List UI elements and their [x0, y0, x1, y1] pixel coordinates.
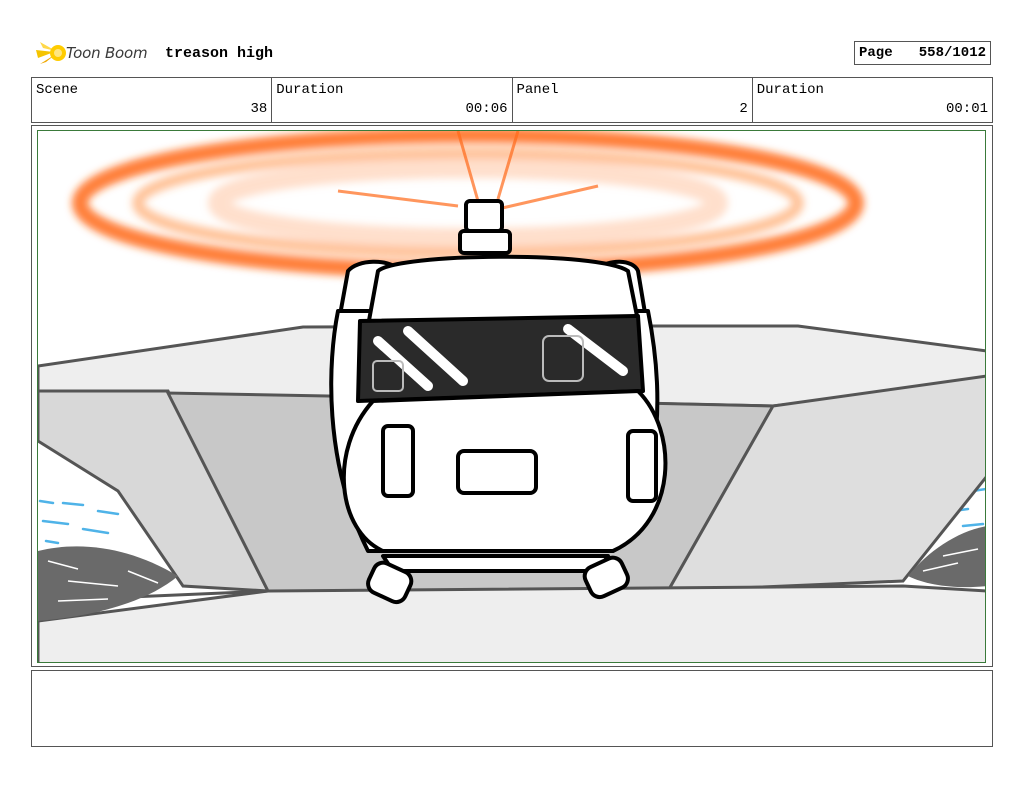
panel-duration-label: Duration — [756, 82, 824, 98]
page-indicator: Page 558/1012 — [854, 41, 991, 65]
page-number: 558/1012 — [918, 45, 986, 61]
helicopter-sketch — [38, 131, 985, 662]
project-title: treason high — [165, 45, 274, 62]
scene-cell: Scene 38 — [32, 78, 273, 122]
scene-duration-label: Duration — [276, 82, 344, 98]
panel-notes-box[interactable] — [31, 670, 993, 747]
panel-duration-value: 00:01 — [945, 101, 988, 117]
page-label: Page — [859, 45, 893, 61]
panel-label: Panel — [516, 82, 559, 98]
panel-value: 2 — [739, 101, 748, 117]
panel-cell: Panel 2 — [513, 78, 753, 122]
storyboard-panel-image — [37, 130, 986, 663]
logo-text: Toon Boom — [66, 44, 148, 62]
panel-info-row: Scene 38 Duration 00:06 Panel 2 Duration… — [31, 77, 993, 123]
scene-duration-value: 00:06 — [465, 101, 508, 117]
panel-duration-cell: Duration 00:01 — [753, 78, 992, 122]
scene-label: Scene — [36, 82, 79, 98]
scene-value: 38 — [250, 101, 268, 117]
scene-duration-cell: Duration 00:06 — [272, 78, 513, 122]
